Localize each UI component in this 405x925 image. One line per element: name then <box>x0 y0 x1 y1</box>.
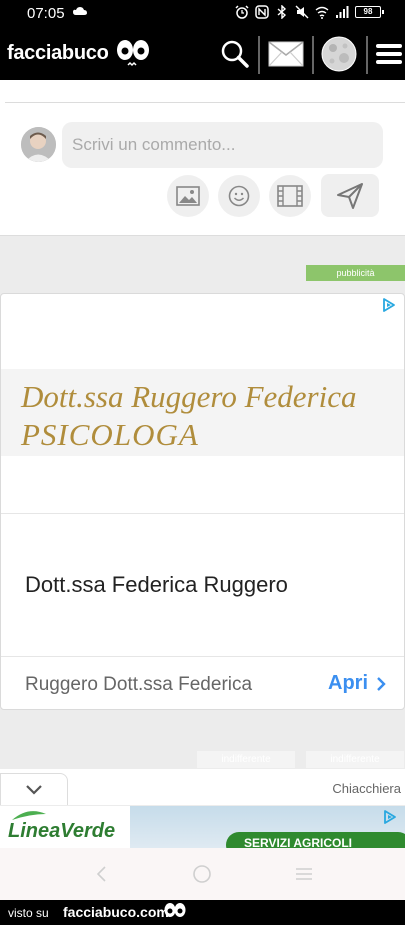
watermark-footer: visto su facciabuco.com <box>0 900 405 925</box>
status-time: 07:05 <box>27 5 65 22</box>
ad-label: pubblicità <box>306 265 405 281</box>
search-button[interactable] <box>214 34 256 74</box>
send-icon <box>337 182 363 209</box>
smiley-icon <box>228 185 250 207</box>
chat-toggle-button[interactable] <box>0 773 68 805</box>
header-divider <box>312 36 314 74</box>
ad-card[interactable]: Dott.ssa Ruggero Federica PSICOLOGA Dott… <box>0 293 405 710</box>
reaction-indifferent-button[interactable]: indifferente <box>306 751 404 768</box>
chat-label[interactable]: Chiacchiera <box>332 781 401 796</box>
divider <box>1 513 404 514</box>
bluetooth-icon <box>277 5 287 19</box>
add-image-button[interactable] <box>167 175 209 217</box>
bottom-ad-banner[interactable]: LineaVerde SERVIZI AGRICOLI <box>0 806 405 848</box>
moon-avatar-icon <box>321 36 357 72</box>
adchoices-icon[interactable] <box>383 810 397 824</box>
add-video-button[interactable] <box>269 175 311 217</box>
cloud-icon <box>73 7 87 15</box>
back-icon[interactable] <box>92 864 112 884</box>
divider <box>1 656 404 657</box>
messages-button[interactable] <box>263 34 309 74</box>
mail-icon <box>268 41 304 67</box>
adchoices-icon[interactable] <box>382 298 396 312</box>
header-divider <box>258 36 260 74</box>
reaction-indifferent-button[interactable]: indifferente <box>197 751 295 768</box>
wifi-icon <box>315 6 329 19</box>
chevron-down-icon <box>26 784 42 795</box>
app-header: facciabuco <box>0 28 405 80</box>
nfc-icon <box>255 5 269 19</box>
avatar[interactable] <box>21 127 56 162</box>
bottom-ad-brand: LineaVerde <box>8 820 116 842</box>
add-emoji-button[interactable] <box>218 175 260 217</box>
app-logo-text[interactable]: facciabuco <box>7 42 109 65</box>
ad-title[interactable]: Dott.ssa Federica Ruggero <box>25 572 288 598</box>
ad-banner[interactable]: Dott.ssa Ruggero Federica PSICOLOGA <box>1 369 404 456</box>
ad-subtitle: Ruggero Dott.ssa Federica <box>25 674 253 695</box>
profile-button[interactable] <box>318 34 360 74</box>
divider <box>5 102 405 103</box>
ad-banner-line1: Dott.ssa Ruggero Federica <box>21 379 357 414</box>
chevron-right-icon <box>377 676 386 691</box>
battery-indicator: 98 <box>355 6 384 18</box>
send-comment-button[interactable] <box>321 174 379 217</box>
menu-button[interactable] <box>372 34 405 74</box>
logo-eyes-icon <box>164 903 186 917</box>
mute-icon <box>295 5 309 19</box>
status-icons: 98 <box>235 5 384 19</box>
recents-icon[interactable] <box>294 864 314 884</box>
footer-site: facciabuco.com <box>63 904 169 920</box>
ad-banner-line2: PSICOLOGA <box>21 417 199 452</box>
bottom-ad-pill: SERVIZI AGRICOLI <box>226 832 405 848</box>
signal-icon <box>336 6 349 18</box>
footer-visto-su: visto su <box>8 906 49 920</box>
chat-bar: Chiacchiera <box>0 769 405 805</box>
lineaverde-logo: LineaVerde <box>0 806 130 848</box>
film-icon <box>277 185 303 207</box>
system-nav-bar <box>0 848 405 900</box>
status-bar: 07:05 98 <box>0 0 405 28</box>
search-icon <box>221 40 249 68</box>
alarm-icon <box>235 5 249 19</box>
home-icon[interactable] <box>192 864 212 884</box>
header-divider <box>366 36 368 74</box>
hamburger-icon <box>375 44 402 64</box>
ad-open-label: Apri <box>328 672 368 694</box>
comment-card: Scrivi un commento... <box>0 80 405 236</box>
comment-input[interactable]: Scrivi un commento... <box>62 122 383 168</box>
ad-open-button[interactable]: Apri <box>328 672 386 695</box>
logo-eyes-icon <box>117 40 149 67</box>
image-icon <box>176 186 200 206</box>
user-photo-icon <box>21 127 56 162</box>
